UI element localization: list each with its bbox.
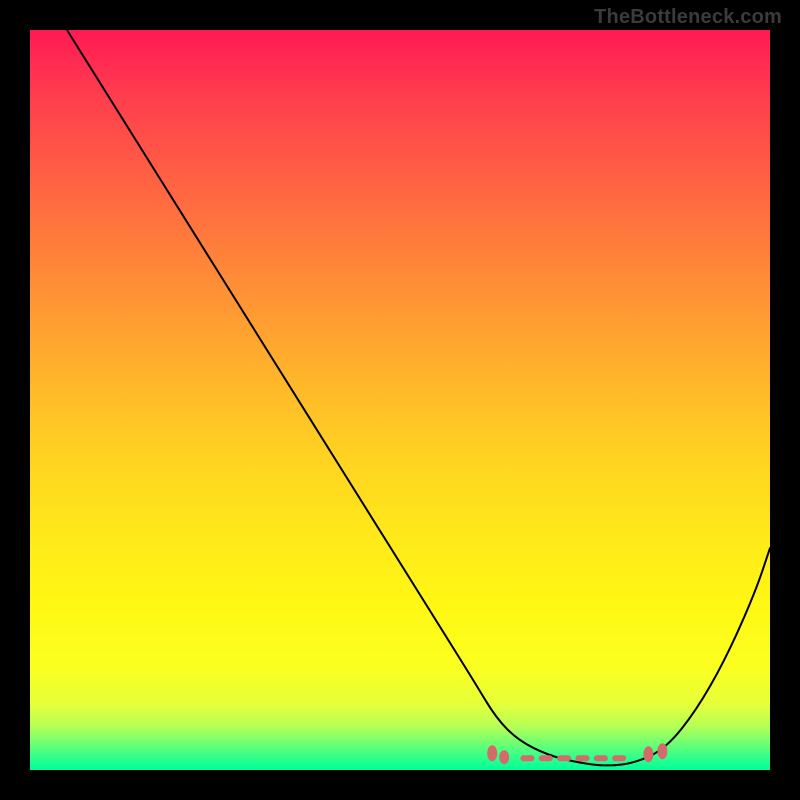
optimal-marker-dash	[594, 755, 608, 761]
optimal-marker-dash	[612, 755, 626, 761]
optimal-marker	[643, 746, 653, 762]
optimal-marker-dash	[520, 755, 534, 761]
curve-svg	[30, 30, 770, 770]
watermark-text: TheBottleneck.com	[594, 6, 782, 29]
optimal-marker	[657, 743, 667, 759]
optimal-marker	[499, 750, 509, 764]
optimal-marker	[487, 745, 497, 761]
plot-area	[30, 30, 770, 770]
bottleneck-curve	[67, 30, 770, 765]
optimal-marker-dash	[539, 755, 553, 761]
optimal-marker-dash	[575, 755, 589, 761]
chart-frame: TheBottleneck.com	[0, 0, 800, 800]
optimal-marker-dash	[557, 755, 571, 761]
